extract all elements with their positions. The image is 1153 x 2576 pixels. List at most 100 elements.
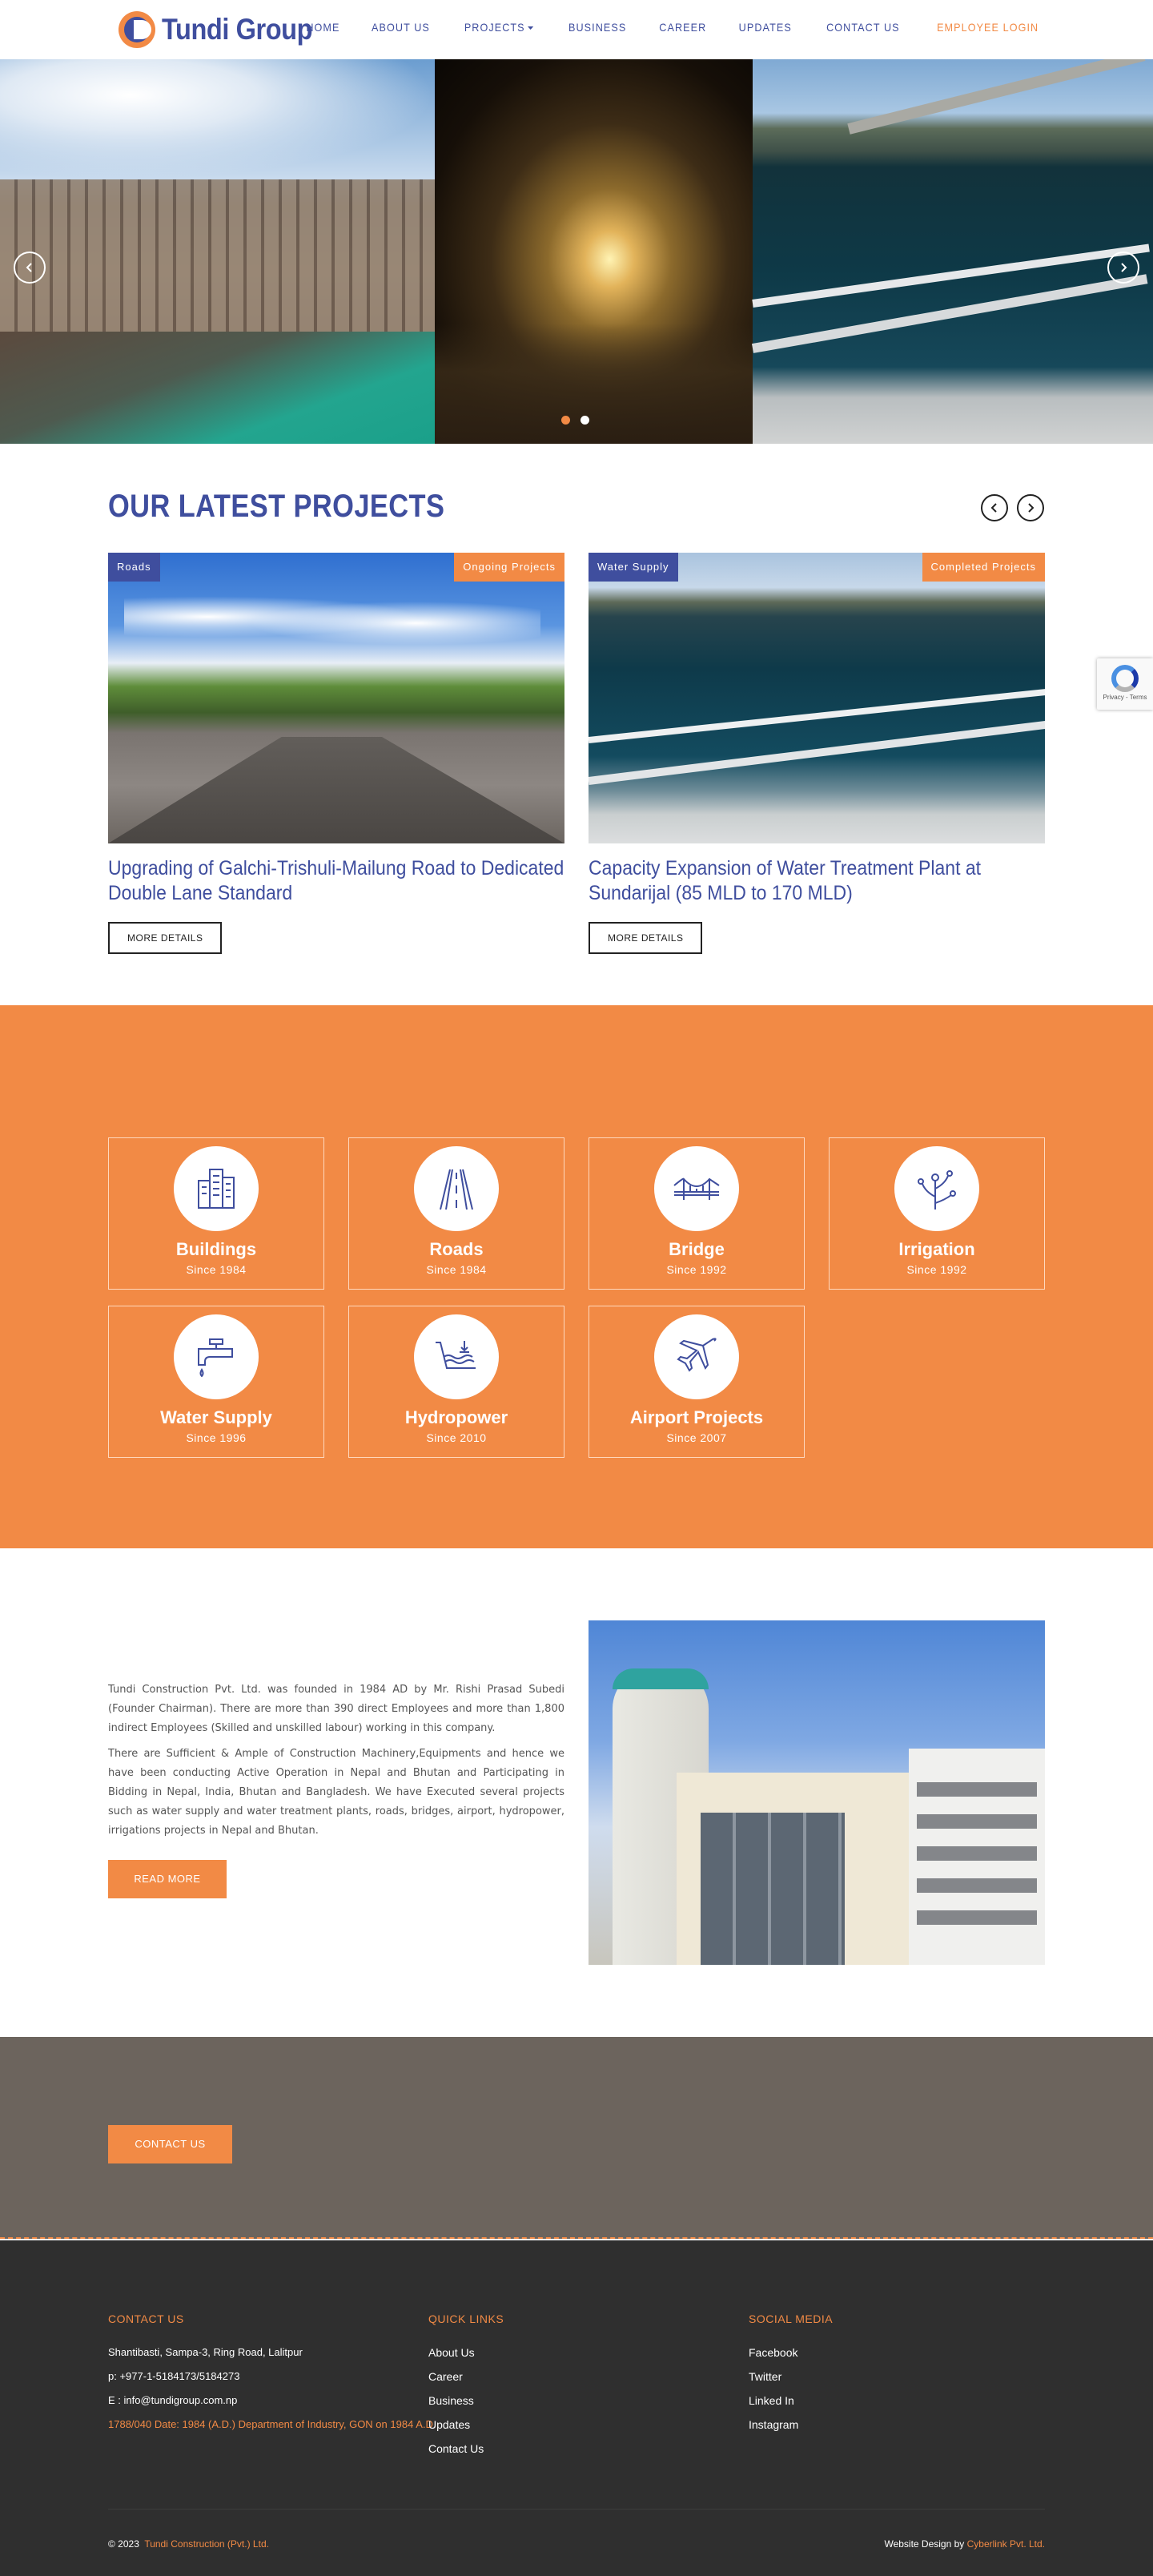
chevron-left-icon [26,263,32,272]
service-hydropower[interactable]: Hydropower Since 2010 [348,1306,564,1458]
about-text: Tundi Construction Pvt. Ltd. was founded… [108,1680,564,1841]
buildings-icon [198,1169,235,1209]
footer-link-business[interactable]: Business [428,2394,504,2407]
chevron-right-icon [1028,503,1034,513]
footer-social-heading: SOCIAL MEDIA [749,2312,834,2325]
copyright-org-link[interactable]: Tundi Construction (Pvt.) Ltd. [144,2538,269,2550]
nav-projects[interactable]: PROJECTS [464,21,534,34]
project-category-tag[interactable]: Roads [108,553,160,582]
service-since: Since 1992 [666,1263,727,1276]
footer-link-twitter[interactable]: Twitter [749,2370,833,2383]
nav-home[interactable]: HOME [306,21,339,34]
service-since: Since 1984 [426,1263,487,1276]
slider-dots [561,416,589,425]
footer-phone: p: +977-1-5184173/5184273 [108,2370,240,2382]
project-card: Roads Ongoing Projects Upgrading of Galc… [108,553,564,954]
footer-email[interactable]: E : info@tundigroup.com.np [108,2394,436,2406]
contact-us-button[interactable]: CONTACT US [108,2125,232,2163]
nav-career[interactable]: CAREER [659,21,706,34]
service-since: Since 2007 [666,1431,727,1444]
footer-social: SOCIAL MEDIA Facebook Twitter Linked In … [749,2312,833,2442]
chevron-right-icon [1121,263,1127,272]
footer-contact: CONTACT US Shantibasti, Sampa-3, Ring Ro… [108,2312,436,2442]
bridge-icon [673,1177,720,1200]
footer: CONTACT US Shantibasti, Sampa-3, Ring Ro… [0,2240,1153,2576]
service-water-supply[interactable]: Water Supply Since 1996 [108,1306,324,1458]
road-icon [440,1169,473,1210]
project-category-tag[interactable]: Water Supply [589,553,678,582]
service-since: Since 1984 [186,1263,247,1276]
slider-prev-button[interactable] [14,252,46,284]
hero-slider [0,59,1153,444]
credit-prefix: Website Design by [884,2538,965,2550]
more-details-button[interactable]: MORE DETAILS [108,922,223,954]
main-nav: HOME ABOUT US PROJECTS BUSINESS CAREER U… [277,21,1044,34]
navbar: Tundi Group HOME ABOUT US PROJECTS BUSIN… [0,0,1153,59]
read-more-button[interactable]: READ MORE [108,1860,227,1898]
nav-projects-label: PROJECTS [464,21,525,34]
design-credit: Website Design by Cyberlink Pvt. Ltd. [884,2538,1045,2550]
nav-employee-login[interactable]: EMPLOYEE LOGIN [937,21,1039,34]
service-name: Airport Projects [629,1407,764,1427]
logo-mark-icon [119,11,155,48]
footer-link-career[interactable]: Career [428,2370,504,2383]
project-image-road[interactable]: Roads Ongoing Projects [108,553,564,843]
footer-divider [108,2509,1045,2510]
project-status-tag[interactable]: Completed Projects [922,553,1045,582]
credit-org-link[interactable]: Cyberlink Pvt. Ltd. [967,2538,1045,2550]
project-card: Water Supply Completed Projects Capacity… [589,553,1045,954]
projects-prev-button[interactable] [981,494,1008,521]
airplane-icon [677,1338,717,1372]
nav-business[interactable]: BUSINESS [568,21,626,34]
recaptcha-icon [1111,665,1139,692]
service-bridge[interactable]: Bridge Since 1992 [589,1137,805,1290]
project-title[interactable]: Capacity Expansion of Water Treatment Pl… [589,856,1045,906]
copyright: © 2023 Tundi Construction (Pvt.) Ltd. [108,2538,269,2550]
project-title[interactable]: Upgrading of Galchi-Trishuli-Mailung Roa… [108,856,564,906]
project-image-water-plant[interactable]: Water Supply Completed Projects [589,553,1045,843]
service-since: Since 1992 [906,1263,967,1276]
footer-quick-links: QUICK LINKS About Us Career Business Upd… [428,2312,504,2466]
service-name: Water Supply [160,1407,272,1427]
service-irrigation[interactable]: Irrigation Since 1992 [829,1137,1045,1290]
service-roads[interactable]: Roads Since 1984 [348,1137,564,1290]
nav-about-us[interactable]: ABOUT US [372,21,430,34]
service-name: Bridge [669,1239,725,1259]
footer-quick-links-heading: QUICK LINKS [428,2312,504,2325]
recaptcha-badge[interactable]: Privacy - Terms [1097,658,1153,710]
office-building-image [589,1620,1045,1965]
service-airport-projects[interactable]: Airport Projects Since 2007 [589,1306,805,1458]
footer-link-linkedin[interactable]: Linked In [749,2394,833,2407]
cta-section: CONTACT US [0,2037,1153,2239]
nav-contact-us[interactable]: CONTACT US [826,21,900,34]
footer-link-contact-us[interactable]: Contact Us [428,2442,504,2455]
slider-dot-2[interactable] [581,416,589,425]
more-details-button[interactable]: MORE DETAILS [589,922,703,954]
slider-dot-1[interactable] [561,416,570,425]
footer-registration: 1788/040 Date: 1984 (A.D.) Department of… [108,2418,436,2430]
footer-link-instagram[interactable]: Instagram [749,2418,833,2431]
hero-image-construction [0,59,435,444]
footer-link-about-us[interactable]: About Us [428,2346,504,2359]
about-paragraph-2: There are Sufficient & Ample of Construc… [108,1748,564,1837]
footer-contact-heading: CONTACT US [108,2312,184,2325]
service-since: Since 1996 [186,1431,247,1444]
service-name: Buildings [175,1239,257,1259]
projects-section-title: OUR LATEST PROJECTS [108,489,445,524]
about-paragraph-1: Tundi Construction Pvt. Ltd. was founded… [108,1684,564,1734]
project-status-tag[interactable]: Ongoing Projects [454,553,564,582]
footer-link-facebook[interactable]: Facebook [749,2346,833,2359]
slider-next-button[interactable] [1107,252,1139,284]
footer-link-updates[interactable]: Updates [428,2418,504,2431]
hero-image-tunnel [435,59,753,444]
irrigation-icon [918,1170,956,1210]
footer-address: Shantibasti, Sampa-3, Ring Road, Lalitpu… [108,2346,303,2358]
projects-next-button[interactable] [1017,494,1044,521]
service-name: Hydropower [404,1407,508,1427]
nav-updates[interactable]: UPDATES [739,21,792,34]
service-buildings[interactable]: Buildings Since 1984 [108,1137,324,1290]
water-tap-icon [198,1338,233,1378]
recaptcha-text[interactable]: Privacy - Terms [1097,694,1153,701]
service-name: Irrigation [898,1239,975,1259]
chevron-left-icon [990,503,997,513]
